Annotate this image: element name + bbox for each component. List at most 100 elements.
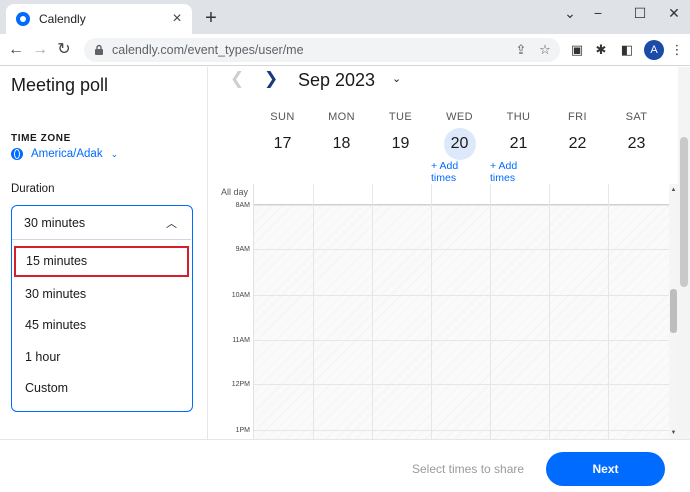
calendar-panel: ❮ ❯ Sep 2023 ⌄ SUN 17 MON 18 TUE 19 WED … <box>208 67 690 439</box>
option-label: 15 minutes <box>26 254 88 268</box>
cast-icon[interactable]: ▣ <box>566 39 588 61</box>
day-column-sun: SUN 17 <box>253 111 312 160</box>
column-divider <box>608 184 609 439</box>
footer-bar: Select times to share Next <box>0 439 690 492</box>
forward-button[interactable]: → <box>28 38 52 62</box>
reload-button[interactable]: ↻ <box>52 38 76 62</box>
new-tab-button[interactable]: + <box>200 7 222 29</box>
day-column-wed: WED 20 <box>430 111 489 160</box>
day-number: 21 <box>509 135 528 152</box>
globe-icon <box>11 148 23 160</box>
profile-avatar[interactable]: A <box>644 40 664 60</box>
close-tab-icon[interactable]: × <box>168 10 186 28</box>
add-times-wed-link[interactable]: + Add times <box>431 160 458 184</box>
add-times-line-1: + Add <box>431 160 459 172</box>
scroll-down-arrow-icon[interactable]: ▼ <box>669 430 678 436</box>
back-button[interactable]: ← <box>4 38 28 62</box>
address-bar[interactable]: calendly.com/event_types/user/me ⇪ ☆ <box>84 38 560 62</box>
hour-label-9am: 9AM <box>235 246 250 253</box>
scroll-up-arrow-icon[interactable]: ▲ <box>669 187 678 193</box>
add-times-line-2: times <box>431 172 457 184</box>
day-name: WED <box>446 111 473 123</box>
option-label: 30 minutes <box>25 287 87 301</box>
timezone-selector[interactable]: America/Adak ⌄ <box>11 148 118 160</box>
grid-scrollbar-thumb[interactable] <box>670 289 677 333</box>
chevron-up-icon: ︿ <box>166 218 177 230</box>
time-slot-grid[interactable] <box>253 184 670 439</box>
calendly-favicon-icon <box>16 12 30 26</box>
column-divider <box>372 184 373 439</box>
day-name: SUN <box>270 111 295 123</box>
maximize-button[interactable]: ☐ <box>626 2 654 24</box>
select-times-hint: Select times to share <box>412 462 525 476</box>
chevron-down-icon: ⌄ <box>110 148 119 159</box>
hour-divider <box>254 340 670 341</box>
day-name: THU <box>506 111 531 123</box>
time-grid: All day 8AM 9AM 10AM 11AM 12PM 1PM ▲ ▼ <box>208 184 678 439</box>
duration-selected[interactable]: 30 minutes ︿ <box>12 206 191 240</box>
column-divider <box>490 184 491 439</box>
lock-icon <box>95 44 103 55</box>
hour-label-10am: 10AM <box>231 292 250 299</box>
day-column-sat: SAT 23 <box>607 111 666 160</box>
page-scrollbar[interactable] <box>678 67 690 439</box>
month-label: Sep 2023 <box>298 70 376 90</box>
hour-divider <box>254 249 670 250</box>
minimize-button[interactable]: − <box>584 2 612 24</box>
tab-bar: Calendly × + ⌄ − ☐ ✕ <box>0 0 690 34</box>
day-column-tue: TUE 19 <box>371 111 430 160</box>
option-label: 1 hour <box>25 350 61 364</box>
duration-option-45-minutes[interactable]: 45 minutes <box>12 310 191 341</box>
share-icon[interactable]: ⇪ <box>512 41 530 59</box>
hour-label-11am: 11AM <box>232 337 250 344</box>
hour-divider <box>254 384 670 385</box>
column-divider <box>549 184 550 439</box>
add-times-line-1: + Add <box>490 160 518 172</box>
duration-selected-value: 30 minutes <box>24 216 86 230</box>
day-name: TUE <box>388 111 413 123</box>
page-scrollbar-thumb[interactable] <box>680 137 688 287</box>
day-name: SAT <box>625 111 648 123</box>
menu-kebab-icon[interactable]: ⋮ <box>666 39 688 61</box>
day-column-thu: THU 21 <box>489 111 548 160</box>
option-label: 45 minutes <box>25 318 87 332</box>
option-label: Custom <box>25 381 69 395</box>
next-button[interactable]: Next <box>546 452 665 486</box>
previous-week-button[interactable]: ❮ <box>230 69 244 89</box>
all-day-label: All day <box>221 187 249 197</box>
add-times-line-2: times <box>490 172 516 184</box>
add-times-thu-link[interactable]: + Add times <box>490 160 517 184</box>
day-number: 23 <box>627 135 646 152</box>
hour-label-12pm: 12PM <box>231 381 250 388</box>
duration-option-1-hour[interactable]: 1 hour <box>12 342 191 373</box>
browser-window: Calendly × + ⌄ − ☐ ✕ ← → ↻ calendly.com/… <box>0 0 690 492</box>
duration-option-15-minutes[interactable]: 15 minutes <box>14 246 189 277</box>
duration-option-30-minutes[interactable]: 30 minutes <box>12 279 191 310</box>
page-title: Meeting poll <box>11 75 109 95</box>
day-column-mon: MON 18 <box>312 111 371 160</box>
timezone-label: TIME ZONE <box>11 133 71 144</box>
day-number: 17 <box>273 135 292 152</box>
duration-option-custom[interactable]: Custom <box>12 373 191 404</box>
chevron-down-icon[interactable]: ⌄ <box>556 2 584 24</box>
tab-title: Calendly <box>39 12 86 26</box>
duration-dropdown[interactable]: 30 minutes ︿ 15 minutes 30 minutes 45 mi… <box>11 205 193 412</box>
day-name: MON <box>328 111 355 123</box>
browser-tab[interactable]: Calendly × <box>6 4 192 34</box>
grid-scrollbar[interactable]: ▲ ▼ <box>669 184 678 439</box>
next-week-button[interactable]: ❯ <box>264 69 278 89</box>
column-divider <box>313 184 314 439</box>
hour-label-8am: 8AM <box>235 202 250 209</box>
side-panel-icon[interactable]: ◧ <box>616 39 638 61</box>
hour-divider <box>254 295 670 296</box>
calendly-page: Meeting poll TIME ZONE America/Adak ⌄ Du… <box>0 67 690 492</box>
left-panel: Meeting poll TIME ZONE America/Adak ⌄ Du… <box>0 67 208 439</box>
extensions-icon[interactable]: ✱ <box>590 39 612 61</box>
month-picker-chevron-icon[interactable]: ⌄ <box>392 72 401 85</box>
day-number: 19 <box>391 135 410 152</box>
bookmark-star-icon[interactable]: ☆ <box>536 41 554 59</box>
close-window-button[interactable]: ✕ <box>660 2 688 24</box>
day-number-today: 20 <box>443 128 476 160</box>
timezone-value: America/Adak <box>31 148 103 160</box>
day-column-fri: FRI 22 <box>548 111 607 160</box>
